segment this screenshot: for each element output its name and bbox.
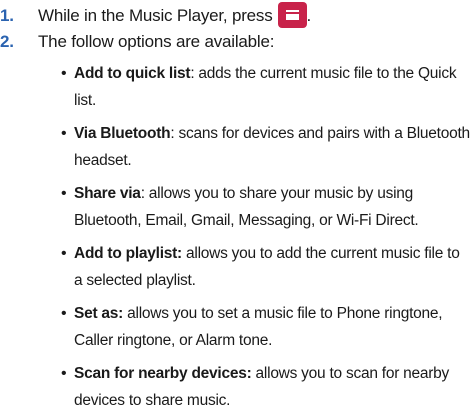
step-text-end: . xyxy=(306,6,312,25)
step-number: 1. xyxy=(0,6,14,25)
step-2: 2. The follow options are available: xyxy=(0,31,274,53)
step-text: The follow options are available: xyxy=(38,32,275,51)
step-number: 2. xyxy=(0,32,14,51)
list-item: Set as: allows you to set a music file t… xyxy=(61,300,470,354)
option-term: Via Bluetooth xyxy=(74,125,171,142)
list-item: Scan for nearby devices: allows you to s… xyxy=(61,360,470,414)
menu-key-icon xyxy=(277,2,307,28)
option-term: Share via xyxy=(74,185,141,202)
option-term: Set as: xyxy=(74,305,124,322)
option-desc: allows you to set a music file to Phone … xyxy=(74,305,443,349)
list-item: Share via: allows you to share your musi… xyxy=(61,180,470,234)
step-text: While in the Music Player, press xyxy=(38,6,273,25)
step-1: 1. While in the Music Player, press. xyxy=(0,2,311,28)
option-term: Add to quick list xyxy=(74,65,191,82)
list-item: Add to quick list: adds the current musi… xyxy=(61,60,470,114)
option-term: Add to playlist: xyxy=(74,245,182,262)
manual-page: 1. While in the Music Player, press. 2. Th… xyxy=(0,0,470,409)
list-item: Add to playlist: allows you to add the c… xyxy=(61,240,470,294)
option-term: Scan for nearby devices: xyxy=(74,365,252,382)
list-item: Via Bluetooth: scans for devices and pai… xyxy=(61,120,470,174)
options-list: Add to quick list: adds the current musi… xyxy=(61,60,470,420)
